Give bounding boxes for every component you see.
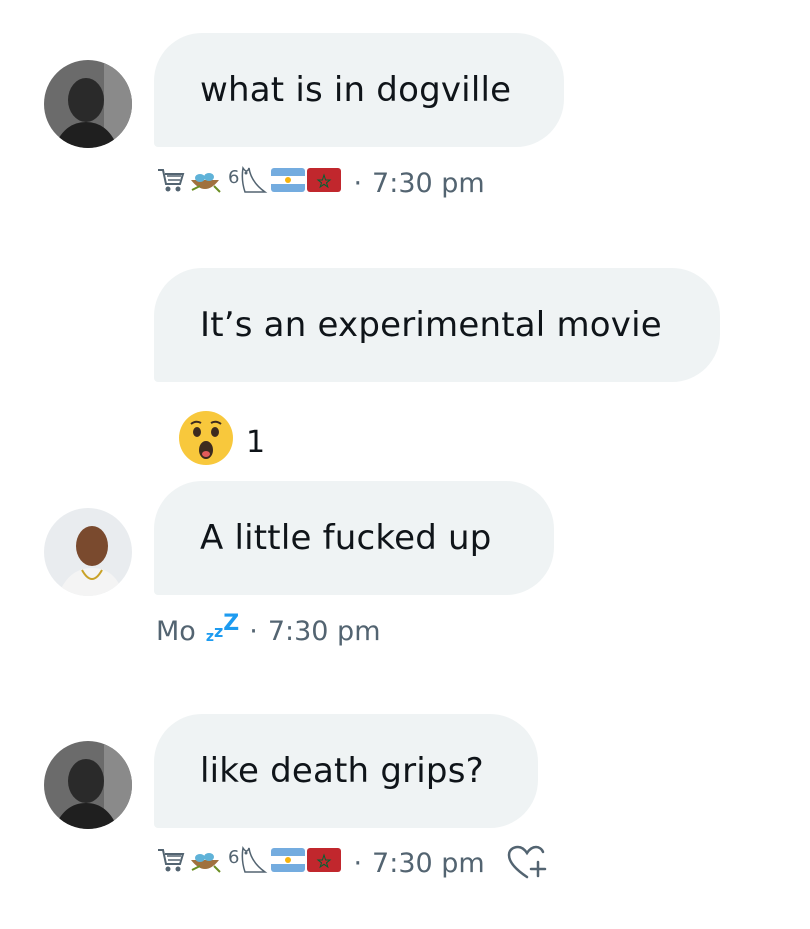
status-z-big: Z — [223, 611, 240, 636]
owl-icon — [239, 844, 269, 883]
avatar[interactable] — [44, 60, 132, 148]
shopping-cart-icon — [156, 846, 186, 881]
badge-number: 6 — [228, 167, 240, 188]
status-z-small: z — [205, 629, 214, 645]
avatar[interactable] — [44, 741, 132, 829]
message-text: what is in dogville — [200, 70, 512, 110]
reaction[interactable]: 1 — [178, 410, 265, 474]
nest-with-eggs-icon — [188, 844, 222, 883]
message-text: A little fucked up — [200, 518, 492, 558]
separator-dot: · — [353, 847, 363, 879]
message-bubble[interactable]: A little fucked up — [154, 481, 554, 595]
argentina-flag-icon — [271, 847, 306, 879]
timestamp: 7:30 pm — [267, 615, 381, 647]
status-z-small: z — [213, 622, 224, 641]
message-bubble[interactable]: like death grips? — [154, 714, 538, 828]
message-bubble[interactable]: what is in dogville — [154, 33, 564, 147]
sender-name[interactable]: Mo — [156, 616, 196, 647]
message-bubble[interactable]: It’s an experimental movie — [154, 268, 720, 382]
message-meta: 6 · 7:30 pm — [156, 843, 547, 883]
reaction-count: 1 — [246, 424, 266, 460]
message-text: like death grips? — [200, 751, 484, 791]
add-reaction-heart-icon[interactable] — [507, 845, 547, 881]
timestamp: 7:30 pm — [372, 167, 485, 199]
message-text: It’s an experimental movie — [200, 305, 662, 345]
badge-number: 6 — [228, 847, 240, 868]
timestamp: 7:30 pm — [372, 847, 485, 879]
astonished-face-icon — [178, 410, 234, 474]
message-meta: 6 · 7:30 pm — [156, 163, 485, 203]
avatar[interactable] — [44, 508, 132, 596]
separator-dot: · — [249, 615, 258, 647]
owl-icon — [239, 164, 269, 203]
morocco-flag-icon — [307, 167, 342, 199]
message-meta: Mo z z Z · 7:30 pm — [156, 611, 381, 651]
nest-with-eggs-icon — [188, 164, 222, 203]
shopping-cart-icon — [156, 166, 186, 201]
separator-dot: · — [353, 167, 363, 199]
argentina-flag-icon — [271, 167, 306, 199]
morocco-flag-icon — [307, 847, 342, 879]
